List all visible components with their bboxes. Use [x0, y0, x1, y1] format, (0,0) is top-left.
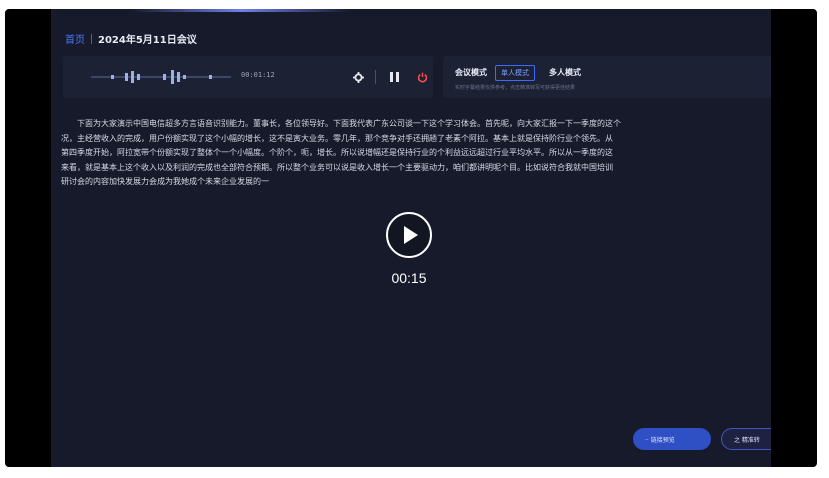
precise-transcribe-button[interactable]: 之 精准转 — [721, 428, 771, 450]
mode-label: 会议模式 — [455, 68, 487, 77]
control-divider — [375, 70, 376, 84]
mode-panel: 会议模式 单人模式 多人模式 实时字幕结果仅供参考，点击精准转写可获得更佳结果 — [443, 56, 771, 98]
video-player[interactable]: 首页 2024年5月11日会议 00:01:12 会议模式 单人模式 多人模式 … — [5, 9, 817, 467]
power-icon — [417, 72, 427, 82]
breadcrumb-current: 2024年5月11日会议 — [98, 35, 197, 46]
top-glow — [131, 9, 351, 12]
transcript-line: 第四季度开始，阿拉宽带个份额实现了整体个一个小幅度。个阶个，呃，增长。所以说增幅… — [61, 148, 613, 157]
breadcrumb: 首页 2024年5月11日会议 — [65, 31, 197, 46]
play-button[interactable] — [386, 212, 432, 258]
transcript-line: 来看，就是基本上这个收入以及利润的完成也全部符合预期。所以整个业务可以说是收入增… — [61, 162, 613, 172]
recording-time: 00:01:12 — [241, 71, 275, 79]
link-preview-label: ·· 链接预览 — [645, 436, 675, 444]
transcript-line: 研讨会的内容加快发展力会成为我她成个未来企业发展的一 — [61, 177, 269, 186]
pause-button[interactable] — [385, 68, 403, 86]
play-icon — [404, 226, 418, 244]
video-duration: 00:15 — [391, 270, 427, 286]
mode-hint: 实时字幕结果仅供参考，点击精准转写可获得更佳结果 — [455, 85, 576, 91]
transcript-line: 下面为大家演示中国电信超多方言语音识别能力。董事长，各位领导好。下面我代表广东公… — [77, 119, 621, 128]
single-mode-button[interactable]: 单人模式 — [495, 64, 535, 81]
breadcrumb-home[interactable]: 首页 — [65, 31, 85, 46]
transcript: 下面为大家演示中国电信超多方言语音识别能力。董事长，各位领导好。下面我代表广东公… — [61, 117, 771, 190]
breadcrumb-separator — [91, 33, 92, 44]
precise-transcribe-label: 之 精准转 — [734, 436, 760, 444]
settings-icon[interactable] — [349, 68, 367, 86]
link-preview-button[interactable]: ·· 链接预览 — [633, 428, 711, 450]
audio-panel: 00:01:12 — [63, 56, 433, 98]
stop-button[interactable] — [413, 68, 431, 86]
multi-mode-button[interactable]: 多人模式 — [543, 64, 587, 81]
transcript-line: 况，主经营收入的完成，用户份额实现了这个小幅的增长，这不是寅大业务。零几年，那个… — [61, 133, 613, 143]
waveform-icon — [91, 70, 231, 84]
